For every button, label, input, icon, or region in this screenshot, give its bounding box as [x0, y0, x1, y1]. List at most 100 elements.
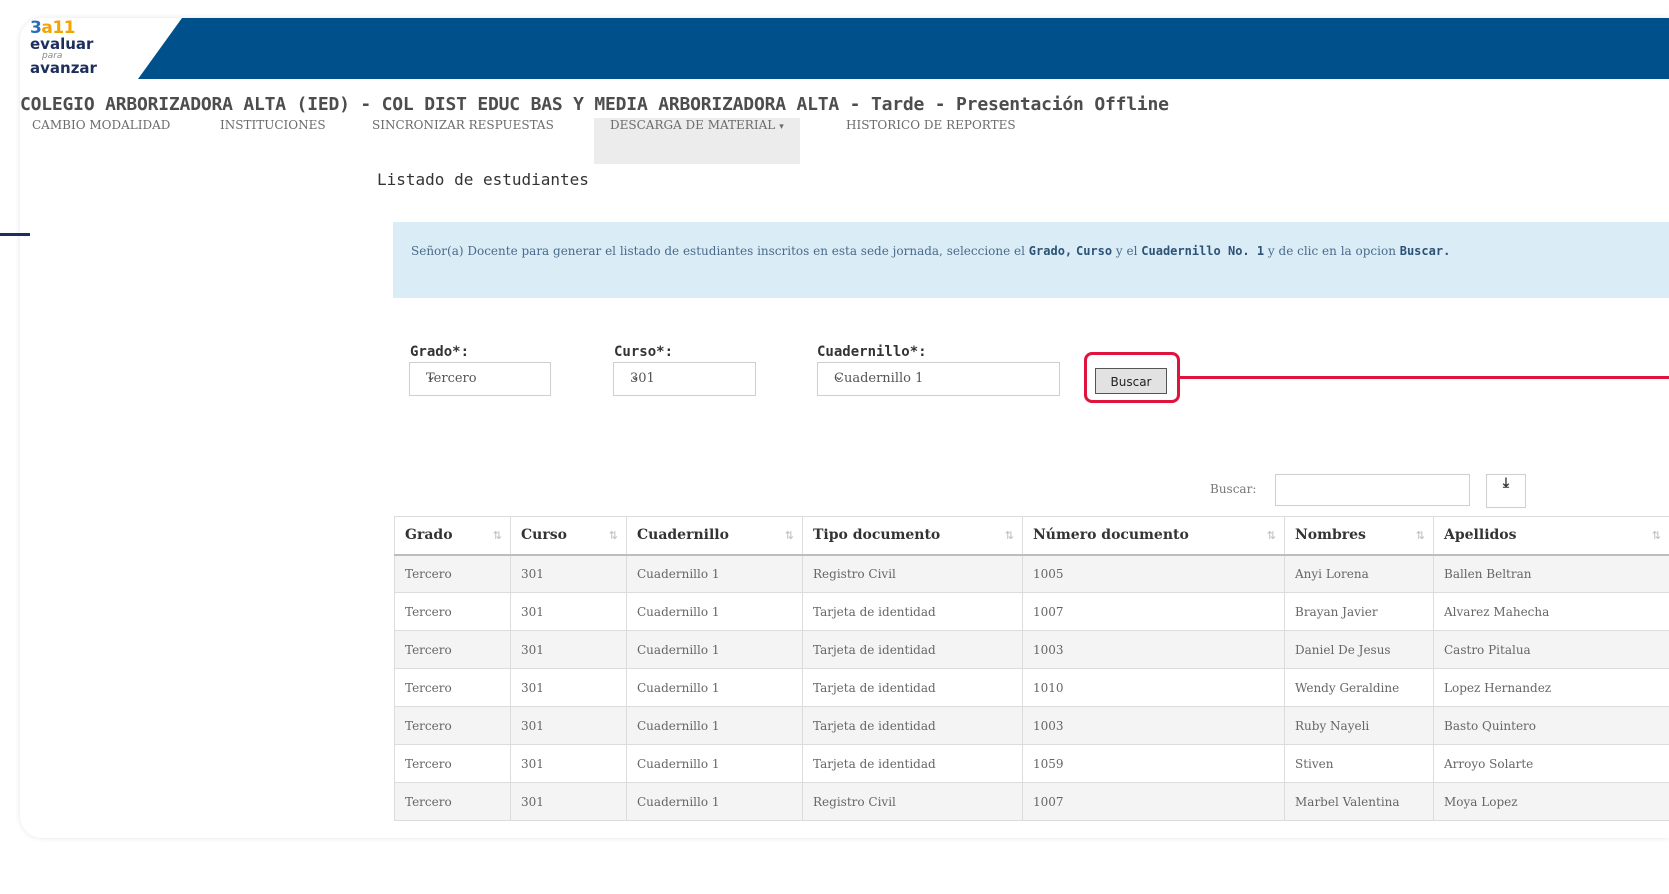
- cell-numero-documento: 1007: [1022, 592, 1285, 631]
- table-header-row: Grado ⇅ Curso ⇅ Cuadernillo ⇅ Tipo document…: [394, 516, 1669, 556]
- curso-select[interactable]: 301 ⌄: [613, 362, 756, 396]
- main-nav: CAMBIO MODALIDAD INSTITUCIONES SINCRONIZ…: [20, 118, 1669, 164]
- sort-icon: ⇅: [1651, 529, 1661, 542]
- grado-select[interactable]: Tercero ⌄: [409, 362, 551, 396]
- cell-apellidos: Lopez Hernandez: [1433, 668, 1669, 707]
- chevron-down-icon: ⌄: [834, 369, 845, 383]
- column-header-curso[interactable]: Curso ⇅: [510, 516, 627, 556]
- header-label: Cuadernillo: [637, 527, 729, 544]
- header-label: Apellidos: [1444, 527, 1517, 544]
- cell-grado: Tercero: [394, 744, 511, 783]
- sort-icon: ⇅: [608, 529, 618, 542]
- cell-nombres: Stiven: [1284, 744, 1434, 783]
- sort-icon: ⇅: [1266, 529, 1276, 542]
- cell-cuadernillo: Cuadernillo 1: [626, 592, 803, 631]
- curso-label: Curso*:: [614, 344, 674, 360]
- cell-curso: 301: [510, 706, 627, 745]
- decorative-dash: [0, 233, 30, 236]
- cell-numero-documento: 1005: [1022, 554, 1285, 593]
- download-button[interactable]: ⤓: [1486, 474, 1526, 508]
- cell-cuadernillo: Cuadernillo 1: [626, 744, 803, 783]
- cuadernillo-select[interactable]: Cuadernillo 1 ⌄: [817, 362, 1060, 396]
- info-segment: y el: [1112, 244, 1142, 258]
- header-label: Nombres: [1295, 527, 1366, 544]
- nav-descarga-de-material[interactable]: DESCARGA DE MATERIAL ▾: [594, 118, 800, 164]
- cell-grado: Tercero: [394, 782, 511, 821]
- caret-down-icon: ▾: [779, 122, 784, 132]
- table-row: Tercero 301 Cuadernillo 1 Tarjeta de ide…: [394, 592, 1669, 631]
- table-row: Tercero 301 Cuadernillo 1 Tarjeta de ide…: [394, 668, 1669, 707]
- nav-cambio-modalidad[interactable]: CAMBIO MODALIDAD: [32, 118, 170, 164]
- column-header-tipo-documento[interactable]: Tipo documento ⇅: [802, 516, 1023, 556]
- cell-numero-documento: 1007: [1022, 782, 1285, 821]
- nav-label: DESCARGA DE MATERIAL: [610, 118, 776, 132]
- column-header-apellidos[interactable]: Apellidos ⇅: [1433, 516, 1669, 556]
- column-header-nombres[interactable]: Nombres ⇅: [1284, 516, 1434, 556]
- cell-nombres: Daniel De Jesus: [1284, 630, 1434, 669]
- sort-icon: ⇅: [1415, 529, 1425, 542]
- students-table: Grado ⇅ Curso ⇅ Cuadernillo ⇅ Tipo document…: [394, 516, 1669, 821]
- table-row: Tercero 301 Cuadernillo 1 Registro Civil…: [394, 782, 1669, 821]
- cell-apellidos: Basto Quintero: [1433, 706, 1669, 745]
- cell-curso: 301: [510, 630, 627, 669]
- highlight-box: [1084, 352, 1180, 403]
- info-bold: Curso: [1075, 244, 1113, 258]
- info-segment: Señor(a) Docente para generar el listado…: [411, 244, 1029, 258]
- sort-icon: ⇅: [784, 529, 794, 542]
- search-input[interactable]: [1275, 474, 1470, 506]
- cell-tipo-documento: Tarjeta de identidad: [802, 630, 1023, 669]
- download-icon: ⤓: [1502, 475, 1510, 491]
- cell-nombres: Anyi Lorena: [1284, 554, 1434, 593]
- cell-grado: Tercero: [394, 668, 511, 707]
- cell-numero-documento: 1059: [1022, 744, 1285, 783]
- page-title: Listado de estudiantes: [377, 170, 589, 189]
- search-label: Buscar:: [1210, 482, 1257, 496]
- school-title: COLEGIO ARBORIZADORA ALTA (IED) - COL DI…: [20, 94, 1169, 115]
- cell-nombres: Ruby Nayeli: [1284, 706, 1434, 745]
- cell-tipo-documento: Registro Civil: [802, 554, 1023, 593]
- header-blue-band: [138, 18, 1669, 79]
- cell-nombres: Marbel Valentina: [1284, 782, 1434, 821]
- cell-tipo-documento: Tarjeta de identidad: [802, 668, 1023, 707]
- table-row: Tercero 301 Cuadernillo 1 Tarjeta de ide…: [394, 706, 1669, 745]
- column-header-grado[interactable]: Grado ⇅: [394, 516, 511, 556]
- nav-instituciones[interactable]: INSTITUCIONES: [220, 118, 326, 164]
- cell-grado: Tercero: [394, 630, 511, 669]
- nav-historico-de-reportes[interactable]: HISTORICO DE REPORTES: [846, 118, 1016, 164]
- app-window: 3a11 evaluar para avanzar COLEGIO ARBORI…: [20, 18, 1669, 838]
- cell-apellidos: Castro Pitalua: [1433, 630, 1669, 669]
- cuadernillo-label: Cuadernillo*:: [817, 344, 927, 360]
- cell-cuadernillo: Cuadernillo 1: [626, 668, 803, 707]
- logo-text: evaluar: [30, 35, 94, 53]
- header-label: Grado: [405, 527, 453, 544]
- sort-icon: ⇅: [492, 529, 502, 542]
- cell-tipo-documento: Tarjeta de identidad: [802, 744, 1023, 783]
- logo: 3a11 evaluar para avanzar: [30, 20, 140, 78]
- cell-curso: 301: [510, 782, 627, 821]
- info-segment: y de clic en la opcion: [1264, 244, 1400, 258]
- column-header-cuadernillo[interactable]: Cuadernillo ⇅: [626, 516, 803, 556]
- cell-apellidos: Ballen Beltran: [1433, 554, 1669, 593]
- sort-icon: ⇅: [1004, 529, 1014, 542]
- info-bold: Grado,: [1028, 244, 1073, 258]
- cell-cuadernillo: Cuadernillo 1: [626, 630, 803, 669]
- logo-text: avanzar: [30, 59, 97, 77]
- cell-curso: 301: [510, 592, 627, 631]
- cell-grado: Tercero: [394, 706, 511, 745]
- header-label: Curso: [521, 527, 567, 544]
- cell-curso: 301: [510, 668, 627, 707]
- cell-curso: 301: [510, 744, 627, 783]
- cell-apellidos: Moya Lopez: [1433, 782, 1669, 821]
- column-header-numero-documento[interactable]: Número documento ⇅: [1022, 516, 1285, 556]
- nav-sincronizar-respuestas[interactable]: SINCRONIZAR RESPUESTAS: [372, 118, 554, 164]
- cell-cuadernillo: Cuadernillo 1: [626, 706, 803, 745]
- cell-nombres: Brayan Javier: [1284, 592, 1434, 631]
- info-bold: Cuadernillo No. 1: [1141, 244, 1265, 258]
- header-bar: 3a11 evaluar para avanzar: [20, 18, 1669, 79]
- cell-apellidos: Alvarez Mahecha: [1433, 592, 1669, 631]
- cell-tipo-documento: Tarjeta de identidad: [802, 592, 1023, 631]
- cell-apellidos: Arroyo Solarte: [1433, 744, 1669, 783]
- info-alert: Señor(a) Docente para generar el listado…: [393, 222, 1669, 298]
- info-text: Señor(a) Docente para generar el listado…: [411, 240, 1571, 262]
- header-label: Tipo documento: [813, 527, 941, 544]
